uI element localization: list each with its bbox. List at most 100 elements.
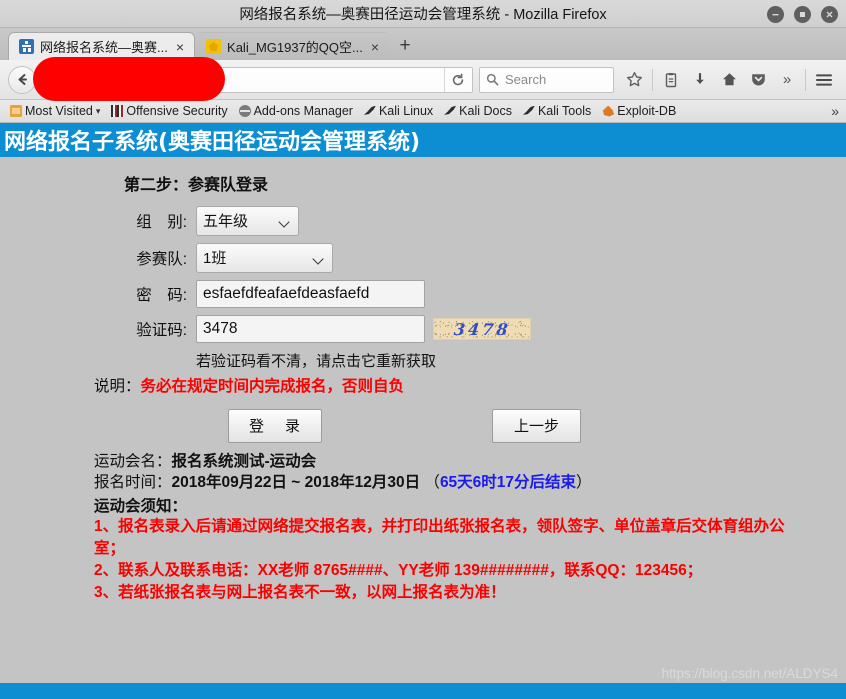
tab-0-close-icon[interactable]: × bbox=[174, 40, 186, 54]
bars-icon bbox=[111, 105, 124, 117]
signup-time-value: 2018年09月22日 ~ 2018年12月30日 bbox=[171, 474, 421, 492]
back-button[interactable] bbox=[8, 65, 36, 94]
grade-select-wrap: 五年级 bbox=[196, 206, 299, 236]
tab-1-label: Kali_MG1937的QQ空... bbox=[227, 40, 363, 55]
bookmark-kali-linux[interactable]: Kali Linux bbox=[360, 104, 437, 118]
meet-name-line: 运动会名：报名系统测试-运动会 bbox=[94, 451, 846, 472]
countdown-value: 65天6时17分后结束 bbox=[439, 474, 577, 492]
meet-name-label: 运动会名： bbox=[94, 453, 172, 470]
toolbar-icons: » bbox=[620, 66, 838, 94]
minimize-icon[interactable] bbox=[767, 5, 784, 23]
hamburger-icon[interactable] bbox=[810, 66, 838, 94]
browser-window: 网络报名系统—奥赛田径运动会管理系统 - Mozilla Firefox 网络报… bbox=[0, 0, 846, 699]
window-title: 网络报名系统—奥赛田径运动会管理系统 - Mozilla Firefox bbox=[239, 7, 607, 23]
globe-icon bbox=[238, 105, 251, 117]
home-icon[interactable] bbox=[715, 66, 743, 94]
chevron-down-icon[interactable]: ▾ bbox=[96, 106, 101, 117]
row-password: 密 码: bbox=[0, 280, 846, 308]
page-title: 网络报名子系统(奥赛田径运动会管理系统) bbox=[4, 130, 421, 155]
toolbar-divider-2 bbox=[805, 68, 806, 91]
tab-1[interactable]: Kali_MG1937的QQ空... × bbox=[195, 32, 391, 60]
password-input[interactable] bbox=[196, 280, 425, 308]
maximize-icon[interactable] bbox=[794, 5, 811, 23]
search-icon bbox=[486, 73, 499, 86]
notice-prefix: 说明： bbox=[94, 378, 141, 395]
captcha-code: 3478 bbox=[452, 319, 512, 339]
meet-name-value: 报名系统测试-运动会 bbox=[171, 453, 317, 470]
chevrons-icon[interactable]: » bbox=[773, 66, 801, 94]
notice-item-2: 3、若纸张报名表与网上报名表不一致，以网上报名表为准！ bbox=[94, 584, 506, 602]
reload-icon[interactable] bbox=[444, 67, 470, 92]
login-button[interactable]: 登 录 bbox=[228, 409, 323, 443]
form-area: 第二步：参赛队登录 组 别: 五年级 参赛队: 1班 密 码: esfaefdf… bbox=[0, 157, 846, 604]
url-redaction-overlay bbox=[33, 57, 225, 101]
step-title: 第二步：参赛队登录 bbox=[124, 177, 269, 194]
bookmark-kali-docs[interactable]: Kali Docs bbox=[440, 104, 516, 118]
new-tab-button[interactable]: + bbox=[390, 32, 420, 60]
row-captcha: 验证码: 3478 bbox=[0, 315, 846, 343]
bookmark-kali-tools[interactable]: Kali Tools bbox=[519, 104, 595, 118]
notice-list: 1、报名表录入后请通过网络提交报名表，并打印出纸张报名表，领队签字、单位盖章后交… bbox=[94, 516, 806, 604]
bookmark-addons-manager[interactable]: Add-ons Manager bbox=[235, 104, 357, 118]
notice-line: 说明：务必在规定时间内完成报名，否则自负 bbox=[94, 374, 846, 396]
captcha-image[interactable]: 3478 bbox=[433, 318, 531, 340]
bookmark-most-visited-label: Most Visited bbox=[25, 104, 93, 118]
row-grade: 组 别: 五年级 bbox=[0, 206, 846, 236]
team-label: 参赛队: bbox=[136, 251, 187, 268]
pocket-icon[interactable] bbox=[744, 66, 772, 94]
search-placeholder: Search bbox=[505, 72, 547, 87]
page-bottom-bar bbox=[0, 683, 846, 699]
qq-star-icon bbox=[206, 39, 222, 54]
site-runner-icon bbox=[19, 39, 34, 54]
window-titlebar: 网络报名系统—奥赛田径运动会管理系统 - Mozilla Firefox bbox=[0, 0, 846, 28]
row-team: 参赛队: 1班 bbox=[0, 243, 846, 273]
tab-0-label: 网络报名系统—奥赛... bbox=[40, 40, 168, 55]
tab-0[interactable]: 网络报名系统—奥赛... × bbox=[8, 32, 196, 60]
notice-item-0: 1、报名表录入后请通过网络提交报名表，并打印出纸张报名表，领队签字、单位盖章后交… bbox=[94, 518, 785, 558]
countdown-open: （ bbox=[424, 474, 440, 492]
window-controls bbox=[767, 0, 838, 28]
notice-section-title: 运动会须知： bbox=[94, 498, 188, 516]
bookmark-offensive-security[interactable]: Offensive Security bbox=[107, 104, 231, 118]
countdown-close: ） bbox=[576, 474, 592, 492]
downloads-icon[interactable] bbox=[686, 66, 714, 94]
grade-select[interactable]: 五年级 bbox=[196, 206, 299, 236]
notice-red-text: 务必在规定时间内完成报名，否则自负 bbox=[140, 378, 405, 395]
bookmark-offensive-security-label: Offensive Security bbox=[126, 104, 228, 118]
page-content: 网络报名子系统(奥赛田径运动会管理系统) 第二步：参赛队登录 组 别: 五年级 … bbox=[0, 123, 846, 699]
tab-strip: 网络报名系统—奥赛... × Kali_MG1937的QQ空... × + bbox=[0, 28, 846, 60]
bookmark-exploit-db-label: Exploit-DB bbox=[617, 104, 677, 118]
folder-icon bbox=[10, 105, 22, 117]
bookmarks-toolbar: Most Visited ▾ Offensive Security Add-on… bbox=[0, 100, 846, 123]
search-bar[interactable]: Search bbox=[479, 66, 614, 93]
bookmarks-overflow-icon[interactable]: » bbox=[831, 103, 839, 119]
meet-info: 运动会名：报名系统测试-运动会 报名时间：2018年09月22日 ~ 2018年… bbox=[94, 451, 846, 493]
grade-label: 组 别: bbox=[136, 214, 187, 231]
tab-1-close-icon[interactable]: × bbox=[369, 40, 381, 54]
bookmark-exploit-db[interactable]: Exploit-DB bbox=[598, 104, 680, 118]
bookmark-kali-tools-label: Kali Tools bbox=[537, 104, 592, 118]
star-icon[interactable] bbox=[620, 66, 648, 94]
captcha-label: 验证码: bbox=[136, 322, 187, 339]
captcha-input[interactable] bbox=[196, 315, 425, 343]
dragon-icon-2 bbox=[444, 105, 457, 115]
previous-step-button[interactable]: 上一步 bbox=[492, 409, 582, 443]
signup-time-line: 报名时间：2018年09月22日 ~ 2018年12月30日 （65天6时17分… bbox=[94, 472, 846, 493]
captcha-hint: 若验证码看不清，请点击它重新获取 bbox=[196, 353, 437, 370]
bookmark-kali-docs-label: Kali Docs bbox=[459, 104, 512, 118]
button-row: 登 录 上一步 bbox=[0, 409, 846, 443]
close-icon[interactable] bbox=[821, 5, 838, 23]
notice-item-1: 2、联系人及联系电话：XX老师 8765####、YY老师 139#######… bbox=[94, 562, 703, 580]
flame-icon bbox=[602, 105, 615, 117]
bookmark-kali-linux-label: Kali Linux bbox=[378, 104, 434, 118]
password-label: 密 码: bbox=[136, 287, 187, 304]
team-select[interactable]: 1班 bbox=[196, 243, 333, 273]
toolbar-divider bbox=[652, 68, 653, 91]
library-icon[interactable] bbox=[657, 66, 685, 94]
back-arrow-icon bbox=[18, 74, 27, 85]
bookmark-most-visited[interactable]: Most Visited ▾ bbox=[6, 104, 104, 118]
dragon-icon-3 bbox=[522, 105, 535, 115]
dragon-icon bbox=[363, 105, 376, 115]
watermark: https://blog.csdn.net/ALDYS4 bbox=[661, 666, 838, 681]
signup-time-label: 报名时间： bbox=[94, 474, 172, 492]
